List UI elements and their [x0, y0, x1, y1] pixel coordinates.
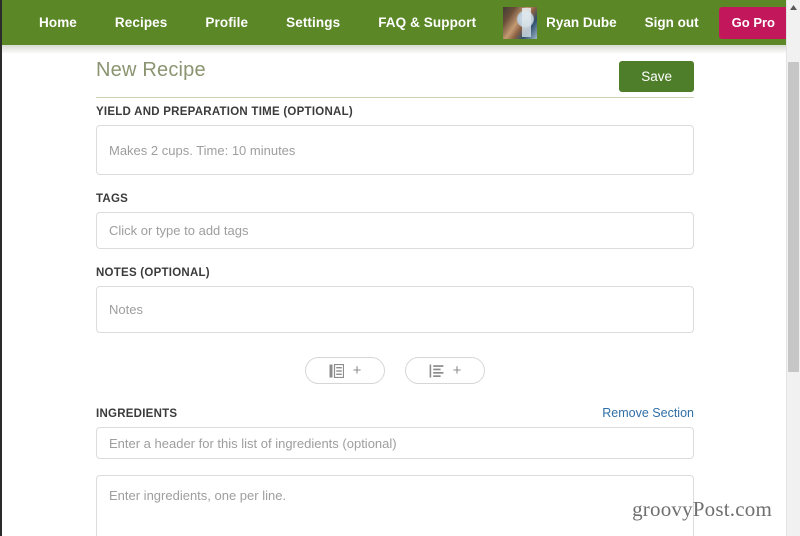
page-title: New Recipe: [96, 59, 206, 81]
nav-item-settings[interactable]: Settings: [267, 0, 359, 45]
vertical-scrollbar[interactable]: [786, 0, 800, 536]
top-navigation-bar: Home Recipes Profile Settings FAQ & Supp…: [2, 0, 800, 45]
account-nav-area: Ryan Dube Sign out Go Pro: [503, 0, 792, 45]
add-section-button[interactable]: +: [305, 357, 385, 384]
plus-icon: +: [352, 362, 362, 379]
ingredients-section-header: INGREDIENTS Remove Section: [96, 406, 694, 420]
ingredients-textarea[interactable]: [96, 475, 694, 536]
add-list-icon: [429, 364, 444, 378]
yield-input[interactable]: [96, 125, 694, 175]
form-top-divider: [96, 97, 694, 98]
username-label: Ryan Dube: [546, 15, 617, 30]
user-avatar-photo-icon[interactable]: [503, 6, 538, 39]
scrollbar-thumb[interactable]: [788, 62, 799, 372]
nav-item-home[interactable]: Home: [20, 0, 96, 45]
plus-icon: +: [452, 362, 462, 379]
notes-field-label: NOTES (OPTIONAL): [96, 267, 210, 279]
yield-field-label: YIELD AND PREPARATION TIME (OPTIONAL): [96, 106, 353, 118]
go-pro-button[interactable]: Go Pro: [718, 6, 788, 39]
add-list-button[interactable]: +: [405, 357, 485, 384]
page-header: New Recipe Save: [2, 45, 786, 97]
nav-item-recipes[interactable]: Recipes: [96, 0, 186, 45]
browser-viewport: Home Recipes Profile Settings FAQ & Supp…: [0, 0, 800, 536]
ingredients-label: INGREDIENTS: [96, 408, 178, 420]
sign-out-link[interactable]: Sign out: [645, 15, 699, 30]
nav-item-faq-support[interactable]: FAQ & Support: [359, 0, 495, 45]
tags-input[interactable]: [96, 212, 694, 249]
add-section-icon: [329, 363, 344, 378]
page-content: New Recipe Save YIELD AND PREPARATION TI…: [2, 45, 786, 536]
save-button[interactable]: Save: [619, 61, 694, 92]
remove-section-link[interactable]: Remove Section: [602, 406, 694, 420]
ingredients-header-input[interactable]: [96, 427, 694, 459]
add-section-buttons: + +: [96, 357, 694, 384]
nav-item-profile[interactable]: Profile: [186, 0, 267, 45]
tags-field-label: TAGS: [96, 193, 129, 205]
notes-input[interactable]: [96, 286, 694, 333]
recipe-form: YIELD AND PREPARATION TIME (OPTIONAL) TA…: [96, 97, 694, 536]
primary-nav-links: Home Recipes Profile Settings FAQ & Supp…: [20, 0, 495, 45]
scroll-up-arrow-icon[interactable]: [787, 0, 800, 14]
